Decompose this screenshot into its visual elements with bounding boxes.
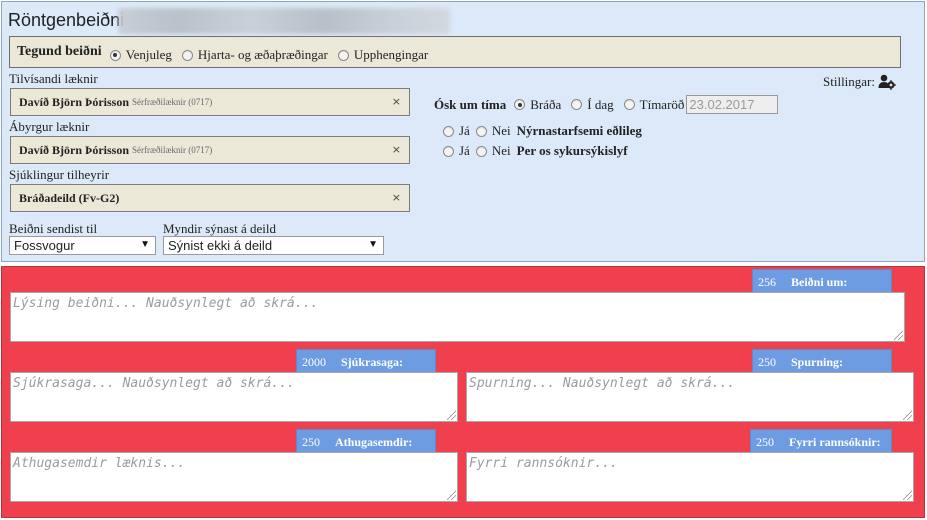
request-about-textarea[interactable]: Lýsing beiðni... Nauðsynlegt að skrá... (10, 292, 905, 342)
request-about-placeholder: Lýsing beiðni... Nauðsynlegt að skrá... (13, 296, 319, 311)
history-label: Sjúkrasaga: (341, 354, 404, 369)
question-kidney-text: Nýrnastarfsemi eðlileg (516, 123, 642, 138)
sent-to-value: Fossvogur (14, 238, 75, 253)
question-label: Spurning: (791, 354, 844, 369)
redacted-patient-name (118, 8, 450, 34)
radio-timeline-label: Tímaröð (639, 96, 685, 112)
sent-to-label: Beiðni sendist til (9, 221, 98, 236)
radio-diabetes-yes[interactable] (443, 145, 454, 157)
responsible-doctor-detail: Sérfræðilæknir (0717) (132, 145, 213, 155)
page-title: Röntgenbeiðni (8, 10, 125, 30)
images-shown-value: Sýnist ekki á deild (168, 238, 273, 253)
question-diabetes-text: Per os sykursýkislyf (516, 143, 628, 158)
question-count: 250 (758, 354, 776, 369)
remove-referring-doctor-icon[interactable]: × (392, 95, 401, 108)
radio-kidney-no[interactable] (475, 125, 487, 137)
resize-handle-icon[interactable] (894, 331, 903, 340)
history-count: 2000 (302, 354, 326, 369)
radio-kidney-yes-label: Já (459, 123, 470, 138)
prior-studies-label: Fyrri rannsóknir: (789, 434, 881, 449)
images-shown-label: Myndir sýnast á deild (163, 221, 277, 236)
question-diabetes-row: Já Nei Per os sykursýkislyf (443, 143, 628, 159)
radio-hangings[interactable] (337, 49, 349, 61)
prior-studies-placeholder: Fyrri rannsóknir... (469, 456, 618, 471)
date-input[interactable]: 23.02.2017 (686, 95, 779, 114)
referring-doctor-label: Tilvísandi læknir (9, 71, 98, 86)
radio-cardiac-label: Hjarta- og æðaþræðingar (197, 47, 328, 62)
radio-kidney-yes[interactable] (443, 125, 454, 137)
radio-urgent-label: Bráða (530, 96, 562, 112)
radio-cardiac[interactable] (181, 49, 193, 61)
settings[interactable]: Stillingar: (823, 74, 896, 90)
radio-diabetes-no-label: Nei (491, 143, 511, 158)
radio-today[interactable] (571, 99, 583, 110)
patient-unit-name: Bráðadeild (Fv-G2) (19, 190, 120, 205)
notes-textarea[interactable]: Athugasemdir læknis... (10, 452, 458, 502)
radio-option-urgent[interactable]: Bráða (514, 97, 561, 113)
request-header-panel: Röntgenbeiðni Tegund beiðni Venjuleg Hja… (1, 1, 925, 262)
notes-count: 250 (302, 434, 320, 449)
resize-handle-icon[interactable] (903, 411, 912, 420)
user-gear-icon[interactable] (878, 74, 896, 90)
patient-unit-field[interactable]: Bráðadeild (Fv-G2) × (10, 184, 410, 212)
radio-option-hangings[interactable]: Upphengingar (337, 47, 429, 63)
notes-placeholder: Athugasemdir læknis... (13, 456, 186, 471)
timing-label: Ósk um tíma (434, 96, 507, 112)
question-kidney-row: Já Nei Nýrnastarfsemi eðlileg (443, 123, 642, 139)
radio-option-today[interactable]: Í dag (571, 96, 614, 113)
referring-doctor-name: Davíð Björn Þórisson (19, 94, 130, 109)
patient-unit-label: Sjúklingur tilheyrir (9, 167, 110, 182)
radio-option-regular[interactable]: Venjuleg (109, 47, 172, 63)
radio-hangings-label: Upphengingar (353, 47, 429, 62)
radio-kidney-no-label: Nei (491, 123, 511, 138)
request-about-count: 256 (758, 274, 776, 289)
request-about-label: Beiðni um: (791, 274, 848, 289)
radio-regular[interactable] (109, 49, 121, 61)
request-details-panel: 256 Beiðni um: Lýsing beiðni... Nauðsynl… (1, 266, 925, 518)
resize-handle-icon[interactable] (447, 491, 456, 500)
settings-label: Stillingar: (823, 74, 875, 89)
referring-doctor-detail: Sérfræðilæknir (0717) (132, 97, 213, 107)
sent-to-select[interactable]: Fossvogur ▼ (9, 236, 156, 255)
question-placeholder: Spurning... Nauðsynlegt að skrá... (469, 376, 736, 391)
history-textarea[interactable]: Sjúkrasaga... Nauðsynlegt að skrá... (10, 372, 458, 422)
responsible-doctor-label: Ábyrgur læknir (9, 119, 90, 134)
radio-option-kidney-yes[interactable]: Já (443, 123, 470, 139)
remove-responsible-doctor-icon[interactable]: × (392, 143, 401, 156)
resize-handle-icon[interactable] (447, 411, 456, 420)
request-type-group: Tegund beiðni Venjuleg Hjarta- og æðaþræ… (9, 36, 901, 68)
question-textarea[interactable]: Spurning... Nauðsynlegt að skrá... (466, 372, 914, 422)
radio-option-kidney-no[interactable]: Nei (475, 123, 511, 139)
timing-group: Ósk um tíma Bráða Í dag Tímaröð 23.02.20… (434, 95, 779, 114)
history-placeholder: Sjúkrasaga... Nauðsynlegt að skrá... (13, 376, 295, 391)
radio-option-diabetes-yes[interactable]: Já (443, 143, 470, 159)
radio-today-label: Í dag (587, 96, 614, 112)
images-shown-select[interactable]: Sýnist ekki á deild ▼ (163, 236, 384, 255)
radio-timeline[interactable] (623, 99, 635, 110)
radio-option-cardiac[interactable]: Hjarta- og æðaþræðingar (181, 47, 328, 63)
resize-handle-icon[interactable] (903, 491, 912, 500)
prior-studies-textarea[interactable]: Fyrri rannsóknir... (466, 452, 914, 502)
chevron-down-icon: ▼ (368, 239, 378, 250)
chevron-down-icon: ▼ (140, 239, 150, 250)
prior-studies-count: 250 (756, 434, 774, 449)
radio-regular-label: Venjuleg (125, 47, 172, 62)
radio-option-timeline[interactable]: Tímaröð (623, 96, 685, 113)
radio-option-diabetes-no[interactable]: Nei (475, 143, 511, 159)
radio-urgent[interactable] (514, 99, 526, 110)
referring-doctor-field[interactable]: Davíð Björn Þórisson Sérfræðilæknir (071… (10, 88, 410, 116)
notes-label: Athugasemdir: (335, 434, 413, 449)
responsible-doctor-field[interactable]: Davíð Björn Þórisson Sérfræðilæknir (071… (10, 136, 410, 164)
responsible-doctor-name: Davíð Björn Þórisson (19, 142, 130, 157)
request-type-label: Tegund beiðni (17, 44, 102, 59)
radio-diabetes-yes-label: Já (459, 143, 470, 158)
remove-patient-unit-icon[interactable]: × (392, 191, 401, 204)
radio-diabetes-no[interactable] (475, 145, 487, 157)
